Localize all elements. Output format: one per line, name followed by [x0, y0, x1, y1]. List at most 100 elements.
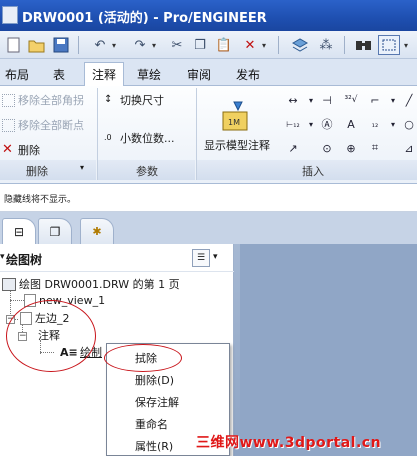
- delete-group-expand-icon[interactable]: ▾: [80, 163, 84, 172]
- leader-icon[interactable]: ╱: [400, 92, 417, 108]
- toolbar-separator: [78, 36, 79, 54]
- cut-icon[interactable]: ✂: [167, 35, 187, 55]
- toolbar-separator: [344, 36, 345, 54]
- redo-icon[interactable]: ↷: [130, 35, 150, 55]
- highlight-circle: [6, 300, 96, 372]
- show-model-annotations-button[interactable]: 1M 显示模型注释: [200, 100, 280, 154]
- panel-title: 绘图树: [6, 253, 43, 267]
- delete-x-icon: ✕: [2, 141, 13, 157]
- navigator-tabs: ⊟ ❐ ✱: [0, 212, 234, 244]
- delete-label: 删除: [18, 144, 40, 157]
- watermark: 三维网www.3dportal.cn: [196, 435, 382, 451]
- paste-icon[interactable]: 📋: [214, 35, 234, 55]
- regenerate-icon[interactable]: ⁂: [316, 35, 336, 55]
- tab-favorites[interactable]: ✱: [80, 218, 114, 244]
- remove-all-breaks-button[interactable]: 移除全部断点: [2, 117, 84, 133]
- title-bar: DRW0001 (活动的) - Pro/ENGINEER: [0, 0, 417, 31]
- undo-icon[interactable]: ↶: [90, 35, 110, 55]
- redo-dropdown-icon[interactable]: ▾: [152, 35, 160, 55]
- arrow-icon[interactable]: ↗: [284, 140, 302, 156]
- reference-dimension-icon[interactable]: ⊢₁₂: [284, 116, 302, 132]
- quick-access-toolbar: ↶ ▾ ↷ ▾ ✂ ❐ 📋 ✕ ▾ ⁂ ▾: [0, 31, 417, 59]
- tolerance-icon[interactable]: ₁₂: [366, 116, 384, 132]
- sheet-icon: [2, 277, 16, 291]
- graphics-top-band: [234, 212, 417, 244]
- new-icon[interactable]: [4, 35, 24, 55]
- window-title: DRW0001 (活动的) - Pro/ENGINEER: [22, 11, 267, 26]
- remove-all-jogs-label: 移除全部角拐: [18, 94, 84, 107]
- tab-table[interactable]: 表: [47, 62, 71, 86]
- toolbar-separator: [278, 36, 279, 54]
- graphics-window[interactable]: [234, 212, 417, 456]
- copy-icon[interactable]: ❐: [190, 35, 210, 55]
- folder-icon: ❐: [49, 224, 61, 239]
- undo-dropdown-icon[interactable]: ▾: [112, 35, 120, 55]
- menu-item-save-annotation[interactable]: 保存注解: [135, 392, 179, 412]
- select-box-icon[interactable]: [378, 35, 400, 55]
- menu-item-delete[interactable]: 删除(D): [135, 370, 174, 390]
- delete-button[interactable]: ✕ 删除: [2, 142, 40, 158]
- delete-dropdown-icon[interactable]: ▾: [262, 35, 270, 55]
- tree-icon: ⊟: [13, 224, 25, 239]
- ordinate-icon[interactable]: ⊣: [318, 92, 336, 108]
- open-icon[interactable]: [27, 35, 47, 55]
- toggle-dimension-button[interactable]: ↕ 切换尺寸: [104, 92, 164, 108]
- document-icon: [2, 6, 18, 24]
- menu-item-rename[interactable]: 重命名: [135, 414, 168, 434]
- ribbon-tab-bar: 布局 表 注释 草绘 审阅 发布: [0, 59, 417, 86]
- toggle-dimension-label: 切换尺寸: [120, 94, 164, 107]
- tab-sketch[interactable]: 草绘: [133, 62, 165, 86]
- jog-icon: [2, 93, 15, 107]
- note-icon[interactable]: A: [342, 116, 360, 132]
- remove-all-jogs-button[interactable]: 移除全部角拐: [2, 92, 84, 108]
- drawing-sheet[interactable]: [240, 244, 417, 456]
- save-icon[interactable]: [51, 35, 71, 55]
- remove-all-breaks-label: 移除全部断点: [18, 119, 84, 132]
- menu-item-delete-label: 删除(D): [135, 374, 175, 387]
- panel-header: ▾ 绘图树 ☰ ▾: [0, 244, 234, 272]
- menu-item-properties-label: 属性(R): [135, 440, 174, 453]
- find-icon[interactable]: [354, 35, 374, 55]
- tree-options-icon[interactable]: ☰: [192, 249, 210, 267]
- tab-annotate[interactable]: 注释: [84, 62, 124, 86]
- delete-icon[interactable]: ✕: [240, 35, 260, 55]
- tree-options-dropdown-icon[interactable]: ▾: [213, 252, 218, 262]
- highlight-circle: [104, 344, 182, 372]
- status-message: 隐藏线将不显示。: [4, 195, 77, 205]
- svg-text:1M: 1M: [228, 118, 240, 127]
- layers-icon[interactable]: [290, 35, 310, 55]
- delete-group-label: 删除: [26, 165, 48, 178]
- balloon-icon[interactable]: ○: [400, 116, 417, 132]
- tab-folder-browser[interactable]: ❐: [38, 218, 72, 244]
- tab-model-tree[interactable]: ⊟: [2, 218, 36, 244]
- show-model-annotations-label: 显示模型注释: [204, 139, 270, 152]
- tab-review[interactable]: 审阅: [183, 62, 215, 86]
- decimal-icon: .0: [104, 132, 112, 142]
- collapse-icon[interactable]: ▾: [0, 252, 5, 262]
- axis-icon[interactable]: ⊿: [400, 140, 417, 156]
- menu-item-properties[interactable]: 属性(R): [135, 436, 173, 456]
- decimal-places-button[interactable]: .0 小数位数...: [104, 130, 175, 146]
- symbol-icon[interactable]: ⌐: [366, 92, 384, 108]
- datum-target-icon[interactable]: ⊙: [318, 140, 336, 156]
- toggle-dimension-icon: ↕: [104, 93, 113, 105]
- menu-item-rename-label: 重命名: [135, 418, 168, 431]
- tab-publish[interactable]: 发布: [232, 62, 264, 86]
- ribbon-panel: 移除全部角拐 移除全部断点 ✕ 删除 删除 ▾ ↕ 切换尺寸 .0 小数位数..…: [0, 86, 417, 184]
- params-group-label: 参数: [136, 165, 158, 178]
- surface-finish-icon[interactable]: ³²√: [342, 92, 360, 108]
- tree-node-sheet[interactable]: 绘图 DRW0001.DRW 的第 1 页: [2, 276, 180, 292]
- geometric-tolerance-icon[interactable]: ⊕: [342, 140, 360, 156]
- menu-item-save-annotation-label: 保存注解: [135, 396, 179, 409]
- select-dropdown-icon[interactable]: ▾: [404, 35, 412, 55]
- cosmetic-icon[interactable]: ⌗: [366, 140, 384, 156]
- break-icon: [2, 118, 15, 132]
- show-model-annotations-icon: 1M: [222, 101, 248, 131]
- message-area: 隐藏线将不显示。: [0, 184, 417, 212]
- tab-layout[interactable]: 布局: [2, 62, 32, 86]
- datum-icon[interactable]: Ⓐ: [318, 116, 336, 132]
- star-icon: ✱: [92, 225, 102, 238]
- decimal-places-label: 小数位数...: [120, 132, 175, 145]
- insert-group-label: 插入: [302, 165, 324, 178]
- dimension-icon[interactable]: ↔: [284, 92, 302, 108]
